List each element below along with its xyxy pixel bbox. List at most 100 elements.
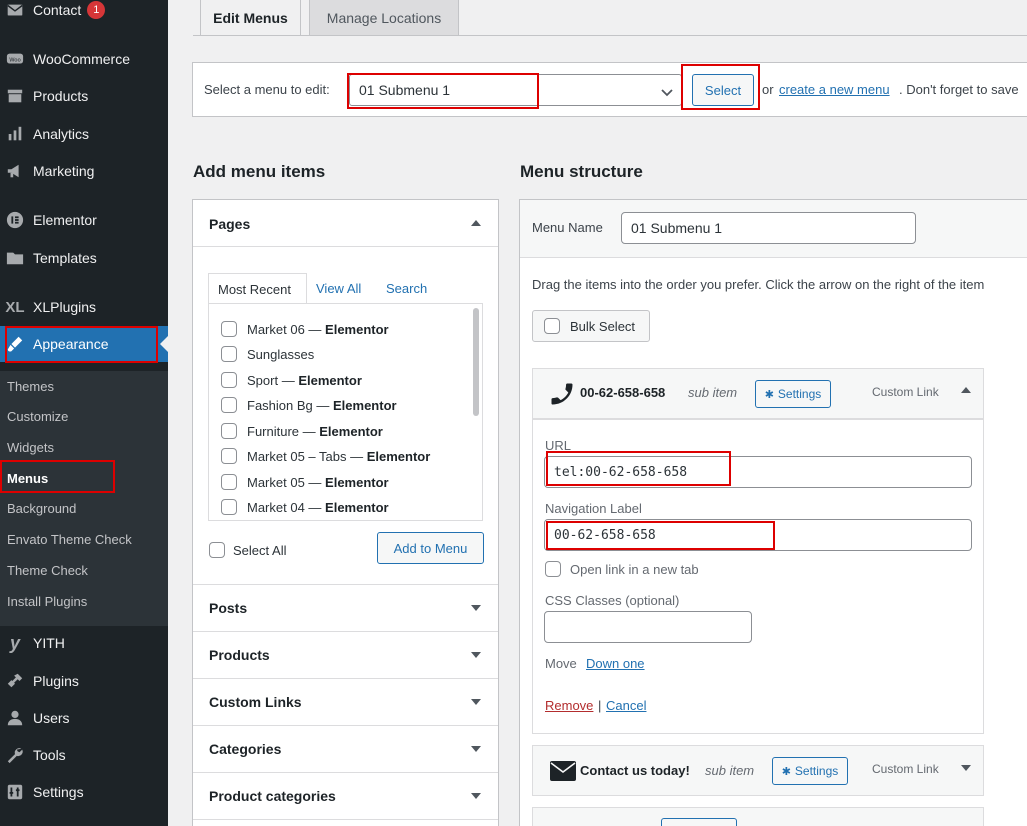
chevron-down-icon (471, 699, 481, 705)
url-input[interactable]: tel:00-62-658-658 (544, 456, 972, 488)
settings-button[interactable]: ✱ Settings (772, 757, 848, 785)
accordion-product-categories-header[interactable]: Product categories (193, 772, 498, 819)
envelope-icon (550, 761, 576, 784)
submenu-background[interactable]: Background (7, 501, 76, 516)
elementor-icon (4, 211, 26, 229)
bar-chart-icon (4, 125, 26, 143)
accordion-title: Product categories (209, 788, 336, 804)
page-builder-tag: Elementor (298, 373, 362, 388)
tab-edit-menus[interactable]: Edit Menus (200, 0, 301, 36)
page-builder-tag: Elementor (366, 449, 431, 464)
tab-most-recent[interactable]: Most Recent (208, 273, 307, 304)
accordion-custom-links-header[interactable]: Custom Links (193, 678, 498, 725)
scrollbar-thumb[interactable] (473, 308, 479, 416)
page-dash: — (346, 449, 367, 464)
tab-manage-locations[interactable]: Manage Locations (309, 0, 459, 36)
users-icon (4, 709, 26, 727)
page-builder-tag: Elementor (333, 398, 397, 413)
sidebar-item-label: Tools (33, 747, 66, 763)
sidebar-item-label: Contact (33, 2, 82, 18)
sidebar-item-appearance[interactable]: Appearance (0, 326, 168, 362)
sidebar-item-analytics[interactable]: Analytics (0, 116, 168, 152)
menu-item-phone-header[interactable]: 00-62-658-658 sub item ✱ Settings Custom … (532, 368, 984, 419)
sidebar-item-contact[interactable]: Contact 1 (0, 0, 168, 28)
submenu-widgets[interactable]: Widgets (7, 440, 54, 455)
submenu-install-plugins[interactable]: Install Plugins (7, 594, 87, 609)
navigation-label-input[interactable]: 00-62-658-658 (544, 519, 972, 551)
settings-button[interactable]: ✱ Settings (755, 380, 831, 408)
page-label: Market 06 — Elementor (247, 322, 389, 337)
sidebar-item-xlplugins[interactable]: XL XLPlugins (0, 289, 168, 325)
accordion-pages-header[interactable]: Pages (193, 200, 498, 247)
page-dash: — (304, 322, 326, 337)
chevron-down-icon (471, 793, 481, 799)
sidebar-item-settings[interactable]: Settings (0, 774, 168, 810)
menu-select-dropdown[interactable]: 01 Submenu 1 (349, 74, 682, 106)
sidebar-item-marketing[interactable]: Marketing (0, 153, 168, 189)
menu-item-sub-label: sub item (705, 763, 755, 778)
page-checkbox[interactable] (221, 423, 237, 439)
page-checkbox[interactable] (221, 372, 237, 388)
chevron-up-icon (471, 220, 481, 226)
css-classes-input[interactable] (544, 611, 752, 643)
accordion-title: Posts (209, 600, 248, 616)
chevron-down-icon (661, 85, 673, 101)
page-dash: — (278, 373, 299, 388)
tab-search[interactable]: Search (386, 281, 427, 296)
sidebar-item-woocommerce[interactable]: Woo WooCommerce (0, 41, 168, 77)
page-label: Sport — Elementor (247, 373, 362, 388)
new-tab-checkbox[interactable] (545, 561, 561, 577)
submenu-envato-theme-check[interactable]: Envato Theme Check (7, 532, 132, 547)
menu-name-input[interactable]: 01 Submenu 1 (621, 212, 916, 244)
move-down-one-link[interactable]: Down one (586, 656, 645, 671)
page-checkbox[interactable] (221, 448, 237, 464)
sidebar-item-users[interactable]: Users (0, 700, 168, 736)
gear-icon: ✱ (781, 765, 791, 778)
submenu-customize[interactable]: Customize (7, 409, 68, 424)
submenu-themes[interactable]: Themes (7, 379, 54, 394)
page-checkbox[interactable] (221, 321, 237, 337)
xl-icon: XL (5, 298, 25, 316)
remove-link[interactable]: Remove (545, 698, 593, 713)
phone-icon (548, 380, 576, 411)
sidebar-item-plugins[interactable]: Plugins (0, 663, 168, 699)
accordion-categories-header[interactable]: Categories (193, 725, 498, 772)
menu-item-type: Custom Link (872, 385, 939, 399)
submenu-theme-check[interactable]: Theme Check (7, 563, 88, 578)
accordion-title: Products (209, 647, 270, 663)
accordion-posts-header[interactable]: Posts (193, 584, 498, 631)
page-name: Market 06 (247, 322, 305, 337)
sidebar-item-elementor[interactable]: Elementor (0, 202, 168, 238)
menu-item-sub-label: sub item (688, 385, 738, 400)
chevron-down-icon[interactable] (961, 765, 971, 771)
page-checkbox[interactable] (221, 346, 237, 362)
sidebar-item-tools[interactable]: Tools (0, 737, 168, 773)
menu-item-contact-header[interactable]: Contact us today! sub item ✱ Settings Cus… (532, 745, 984, 796)
accordion-products-header[interactable]: Products (193, 631, 498, 678)
page-checkbox[interactable] (221, 397, 237, 413)
bulk-select-checkbox[interactable] (544, 318, 560, 334)
menu-item-title: Contact us today! (580, 763, 690, 778)
submenu-menus[interactable]: Menus (7, 471, 48, 486)
menu-item-next-header[interactable] (532, 807, 984, 826)
create-new-menu-link[interactable]: create a new menu (779, 82, 890, 97)
paintbrush-icon (4, 335, 26, 353)
tab-view-all[interactable]: View All (316, 281, 361, 296)
page-name: Fashion Bg (247, 398, 313, 413)
url-label: URL (545, 438, 572, 453)
settings-button[interactable] (661, 818, 737, 826)
page-checkbox[interactable] (221, 474, 237, 490)
admin-sidebar: Contact 1 Woo WooCommerce Products Analy… (0, 0, 168, 826)
chevron-up-icon[interactable] (961, 387, 971, 393)
cancel-link[interactable]: Cancel (606, 698, 646, 713)
page-checkbox[interactable] (221, 499, 237, 515)
select-all-checkbox[interactable] (209, 542, 225, 558)
sidebar-item-yith[interactable]: y YITH (0, 625, 168, 661)
chevron-down-icon (471, 605, 481, 611)
bulk-select-button[interactable]: Bulk Select (532, 310, 650, 342)
sidebar-item-templates[interactable]: Templates (0, 240, 168, 276)
sidebar-item-products[interactable]: Products (0, 78, 168, 114)
select-button[interactable]: Select (692, 74, 754, 106)
page-name: Market 04 (247, 500, 305, 515)
add-to-menu-button[interactable]: Add to Menu (377, 532, 484, 564)
